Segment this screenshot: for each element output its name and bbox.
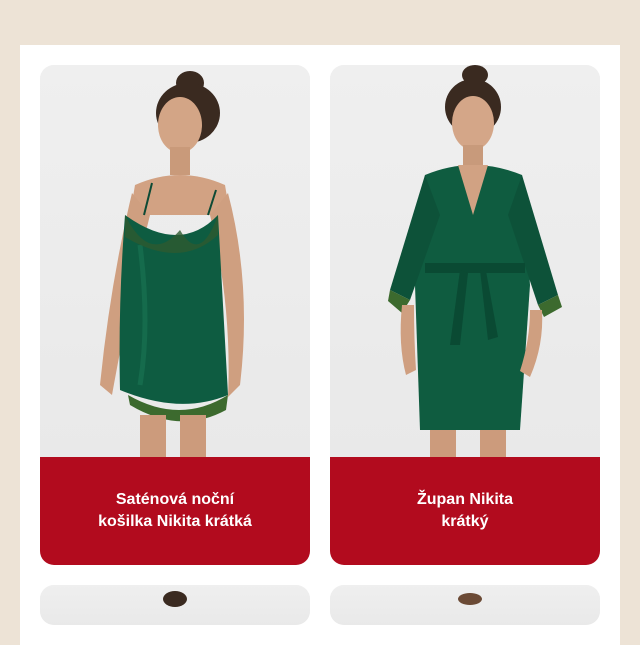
- product-image-next-right[interactable]: [330, 585, 600, 625]
- product-grid: Saténová noční košilka Nikita krátká Žup…: [20, 45, 620, 645]
- product-image-robe[interactable]: [330, 65, 600, 457]
- product-card-next-right[interactable]: [330, 585, 600, 625]
- product-image-next-left[interactable]: [40, 585, 310, 625]
- product-card-next-left[interactable]: [40, 585, 310, 625]
- product-caption-nightgown[interactable]: Saténová noční košilka Nikita krátká: [40, 457, 310, 565]
- product-image-nightgown[interactable]: [40, 65, 310, 457]
- product-card-robe[interactable]: Župan Nikita krátký: [330, 65, 600, 565]
- product-card-nightgown[interactable]: Saténová noční košilka Nikita krátká: [40, 65, 310, 565]
- product-title[interactable]: Saténová noční košilka Nikita krátká: [98, 489, 252, 533]
- product-caption-robe[interactable]: Župan Nikita krátký: [330, 457, 600, 565]
- product-title[interactable]: Župan Nikita krátký: [417, 489, 513, 533]
